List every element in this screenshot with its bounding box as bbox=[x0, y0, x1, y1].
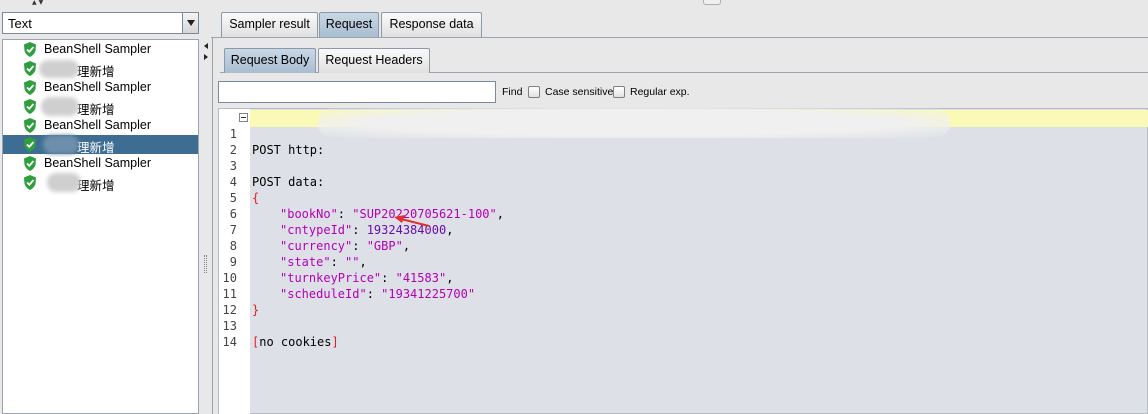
code-line: 2 bbox=[219, 126, 1148, 157]
tree-item[interactable]: BeanShell Sampler bbox=[3, 78, 198, 97]
regex-label: Regular exp. bbox=[630, 86, 690, 98]
code-text: [no cookies] bbox=[252, 334, 339, 350]
code-line: 12 bbox=[219, 286, 1148, 317]
collapse-left-icon[interactable] bbox=[204, 43, 208, 49]
tree-item[interactable]: 理新增 bbox=[3, 59, 198, 79]
renderer-select-value: Text bbox=[8, 16, 32, 31]
results-tree-panel: Text BeanShell Sampler 理新增 BeanShell Sam… bbox=[0, 10, 199, 414]
find-label: Find bbox=[502, 86, 523, 98]
success-shield-icon bbox=[24, 156, 36, 171]
tree-item[interactable]: BeanShell Sampler bbox=[3, 116, 198, 135]
top-splitter[interactable]: ▲▼ bbox=[0, 0, 1148, 6]
tree-item-selected[interactable]: 理新增 bbox=[3, 135, 198, 155]
code-line: 11 } bbox=[219, 270, 1148, 317]
sampler-tree[interactable]: BeanShell Sampler 理新增 BeanShell Sampler … bbox=[2, 39, 199, 414]
tab-request[interactable]: Request bbox=[319, 12, 379, 37]
redaction-blur bbox=[41, 97, 79, 116]
tree-item-label: BeanShell Sampler bbox=[44, 80, 152, 94]
code-line: 5 "bookNo": "SUP20220705621-100", bbox=[219, 174, 1148, 221]
collapse-right-icon[interactable] bbox=[204, 54, 208, 60]
tab-request-body[interactable]: Request Body bbox=[224, 48, 316, 73]
code-line: 13 [no cookies] bbox=[219, 302, 1148, 349]
tree-item[interactable]: BeanShell Sampler bbox=[3, 40, 198, 59]
code-line: 4 { bbox=[219, 158, 1148, 205]
split-divider[interactable] bbox=[199, 6, 211, 414]
divider-grip[interactable] bbox=[204, 255, 207, 273]
success-shield-icon bbox=[24, 80, 36, 95]
request-tabbar: Request Body Request Headers bbox=[220, 46, 1148, 73]
tab-request-headers[interactable]: Request Headers bbox=[318, 48, 430, 73]
bracket-close: ] bbox=[331, 335, 339, 349]
tree-item-label: BeanShell Sampler bbox=[44, 42, 152, 56]
tree-item-label: BeanShell Sampler bbox=[44, 156, 152, 170]
code-line: 9 "turnkeyPrice": "41583", bbox=[219, 238, 1148, 285]
annotation-arrow-icon bbox=[394, 215, 430, 227]
success-shield-icon bbox=[24, 175, 36, 190]
splitter-handle[interactable] bbox=[703, 0, 721, 5]
find-input[interactable] bbox=[218, 81, 496, 103]
success-shield-icon bbox=[24, 137, 36, 152]
code-line: 8 "state": "", bbox=[219, 222, 1148, 269]
renderer-select[interactable]: Text bbox=[2, 12, 199, 34]
tree-item[interactable]: 理新增 bbox=[3, 97, 198, 117]
chevron-down-icon[interactable] bbox=[182, 13, 198, 33]
regex-checkbox[interactable] bbox=[613, 86, 625, 98]
case-sensitive-label: Case sensitive bbox=[545, 86, 614, 98]
tree-item-label: 理新增 bbox=[77, 179, 115, 193]
code-line: 6 "cntypeId": 19324384000, bbox=[219, 190, 1148, 237]
case-sensitive-checkbox[interactable] bbox=[528, 86, 540, 98]
tree-item-label: BeanShell Sampler bbox=[44, 118, 152, 132]
tree-item[interactable]: BeanShell Sampler bbox=[3, 154, 198, 173]
code-line: 14 bbox=[219, 318, 1148, 349]
success-shield-icon bbox=[24, 42, 36, 57]
code-line: 7 "currency": "GBP", bbox=[219, 206, 1148, 253]
code-line: 3 POST data: bbox=[219, 142, 1148, 189]
tree-item[interactable]: 理新增 bbox=[3, 173, 198, 193]
redaction-blur bbox=[47, 173, 81, 192]
collapse-arrows-icon[interactable]: ▲▼ bbox=[32, 0, 45, 6]
no-cookies-text: no cookies bbox=[259, 335, 332, 349]
success-shield-icon bbox=[24, 118, 36, 133]
result-tabbar: Sampler result Request Response data bbox=[211, 10, 1148, 38]
tab-sampler-result[interactable]: Sampler result bbox=[221, 12, 318, 37]
redaction-blur bbox=[39, 60, 79, 78]
line-number: 14 bbox=[222, 335, 237, 349]
code-line: 10 "scheduleId": "19341225700" bbox=[219, 254, 1148, 301]
tab-response-data[interactable]: Response data bbox=[381, 12, 482, 37]
success-shield-icon bbox=[24, 61, 36, 76]
redaction-blur bbox=[43, 135, 79, 154]
success-shield-icon bbox=[24, 99, 36, 114]
